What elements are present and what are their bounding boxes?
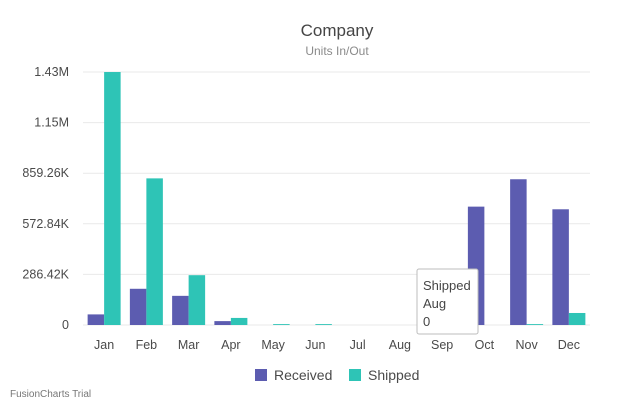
bar-shipped-nov[interactable]: [526, 324, 544, 325]
bars: [87, 72, 586, 325]
legend-item-shipped[interactable]: Shipped: [349, 367, 419, 383]
legend-swatch: [349, 369, 361, 381]
y-axis-labels: 0 286.42K 572.84K 859.26K 1.15M 1.43M: [22, 65, 69, 332]
x-tick-label: May: [261, 338, 285, 352]
bar-shipped-mar[interactable]: [188, 275, 206, 325]
bar-received-jan[interactable]: [87, 314, 105, 325]
tooltip-series: Shipped: [423, 278, 471, 293]
bar-received-mar[interactable]: [172, 295, 189, 325]
x-axis-labels: Jan Feb Mar Apr May Jun Jul Aug Sep Oct Nov Dec: [94, 338, 580, 352]
bar-received-nov[interactable]: [510, 179, 527, 325]
y-tick-label: 0: [62, 318, 69, 332]
bar-received-dec[interactable]: [552, 209, 569, 325]
x-tick-label: Aug: [389, 338, 411, 352]
x-tick-label: Jun: [305, 338, 325, 352]
y-tick-label: 572.84K: [22, 217, 69, 231]
bar-received-apr[interactable]: [214, 321, 231, 325]
bar-shipped-apr[interactable]: [230, 317, 248, 325]
bar-received-feb[interactable]: [129, 288, 147, 325]
bar-shipped-feb[interactable]: [146, 178, 163, 325]
bar-shipped-dec[interactable]: [568, 312, 586, 325]
tooltip: Shipped Aug 0: [416, 268, 479, 335]
x-tick-label: Dec: [558, 338, 580, 352]
x-tick-label: Nov: [516, 338, 539, 352]
y-tick-label: 286.42K: [22, 267, 69, 281]
legend: Received Shipped: [255, 367, 419, 383]
x-tick-label: Jan: [94, 338, 114, 352]
watermark-text: FusionCharts Trial: [10, 389, 91, 400]
bar-shipped-jan[interactable]: [104, 72, 121, 325]
y-tick-label: 1.15M: [34, 116, 69, 130]
tooltip-value: 0: [423, 314, 430, 329]
chart-title: Company: [301, 21, 374, 40]
bar-shipped-jun[interactable]: [315, 324, 332, 325]
legend-swatch: [255, 369, 267, 381]
x-tick-label: Oct: [475, 338, 495, 352]
x-tick-label: Jul: [350, 338, 366, 352]
y-tick-label: 1.43M: [34, 65, 69, 79]
legend-label: Received: [274, 367, 332, 383]
x-tick-label: Feb: [136, 338, 158, 352]
chart: Company Units In/Out 0 286.42K 572.84K 859.…: [10, 21, 590, 400]
x-tick-label: Apr: [221, 338, 240, 352]
legend-item-received[interactable]: Received: [255, 367, 332, 383]
x-tick-label: Mar: [178, 338, 200, 352]
bar-shipped-may[interactable]: [273, 324, 290, 325]
legend-label: Shipped: [368, 367, 419, 383]
y-tick-label: 859.26K: [22, 166, 69, 180]
x-tick-label: Sep: [431, 338, 453, 352]
tooltip-category: Aug: [423, 296, 446, 311]
chart-subtitle: Units In/Out: [305, 44, 369, 58]
